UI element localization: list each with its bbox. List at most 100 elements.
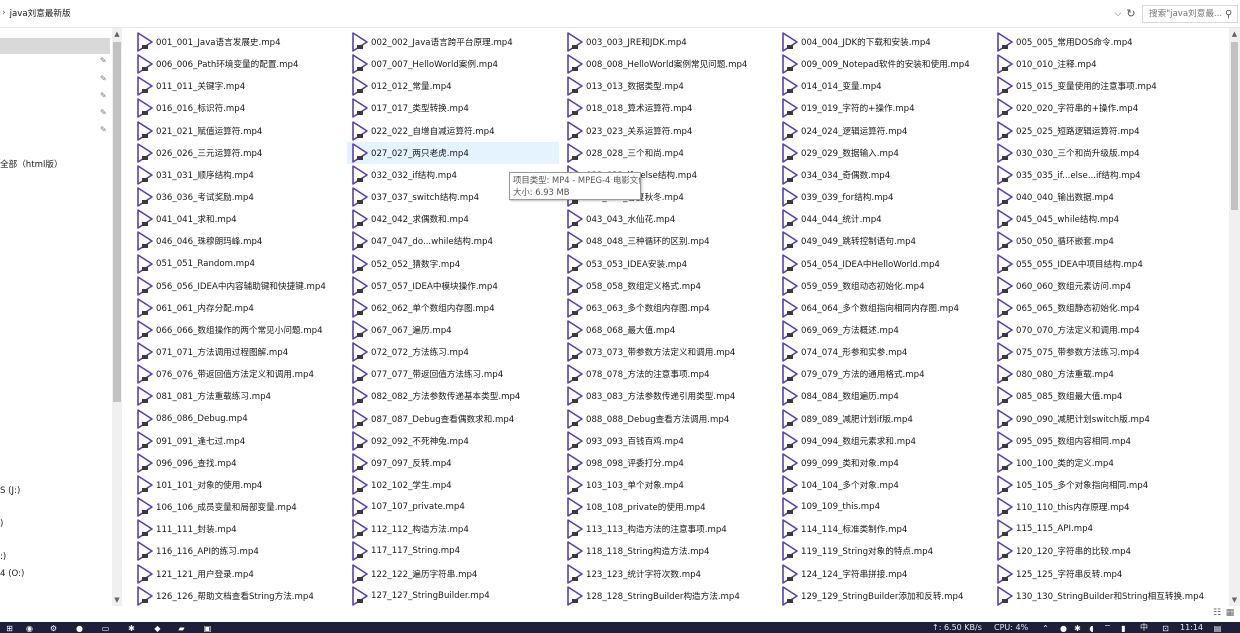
file-item[interactable]: 064_064_多个数组指向相同内存图.mp4: [777, 297, 989, 319]
file-item[interactable]: 127_127_StringBuilder.mp4: [347, 585, 559, 607]
file-item[interactable]: 058_058_数组定义格式.mp4: [562, 275, 774, 297]
file-item[interactable]: 010_010_注释.mp4: [992, 53, 1204, 75]
file-item[interactable]: 065_065_数组静态初始化.mp4: [992, 297, 1204, 319]
app-icon[interactable]: ✱: [126, 623, 137, 633]
file-item[interactable]: 006_006_Path环境变量的配置.mp4: [132, 53, 344, 75]
file-item[interactable]: 078_078_方法的注意事项.mp4: [562, 363, 774, 385]
file-item[interactable]: 031_031_顺序结构.mp4: [132, 164, 344, 186]
file-item[interactable]: 124_124_字符串拼接.mp4: [777, 563, 989, 585]
file-item[interactable]: 069_069_方法概述.mp4: [777, 319, 989, 341]
app-icon[interactable]: ▣: [202, 623, 213, 633]
file-item[interactable]: 103_103_单个对象.mp4: [562, 474, 774, 496]
file-item[interactable]: 121_121_用户登录.mp4: [132, 563, 344, 585]
nav-selected-item[interactable]: [0, 38, 110, 54]
file-item[interactable]: 082_082_方法参数传递基本类型.mp4: [347, 385, 559, 407]
file-item[interactable]: 122_122_遍历字符串.mp4: [347, 563, 559, 585]
file-item[interactable]: 107_107_private.mp4: [347, 496, 559, 518]
file-item[interactable]: 090_090_减肥计划switch版.mp4: [992, 408, 1204, 430]
search-box[interactable]: ⚲: [1142, 5, 1238, 23]
file-item[interactable]: 126_126_帮助文档查看String方法.mp4: [132, 585, 344, 607]
file-item[interactable]: 112_112_构造方法.mp4: [347, 518, 559, 540]
app-icon[interactable]: ◆: [152, 623, 163, 633]
file-item[interactable]: 083_083_方法参数传递引用类型.mp4: [562, 385, 774, 407]
input-method[interactable]: 中: [1140, 622, 1148, 633]
file-item[interactable]: 056_056_IDEA中内容辅助键和快捷键.mp4: [132, 275, 344, 297]
file-item[interactable]: 061_061_内存分配.mp4: [132, 297, 344, 319]
nav-scrollbar[interactable]: ▲ ▼: [112, 28, 122, 606]
start-icon[interactable]: ⊞: [4, 623, 15, 633]
file-item[interactable]: 110_110_this内存原理.mp4: [992, 496, 1204, 518]
file-item[interactable]: 029_029_数据输入.mp4: [777, 142, 989, 164]
file-item[interactable]: 046_046_珠穆朗玛峰.mp4: [132, 230, 344, 252]
file-item[interactable]: 092_092_不死神兔.mp4: [347, 430, 559, 452]
file-item[interactable]: 003_003_JRE和JDK.mp4: [562, 31, 774, 53]
content-scroll-thumb[interactable]: [1231, 42, 1238, 210]
file-item[interactable]: 094_094_数组元素求和.mp4: [777, 430, 989, 452]
scroll-up-icon[interactable]: ▲: [1229, 28, 1240, 40]
file-item[interactable]: 043_043_水仙花.mp4: [562, 208, 774, 230]
app-icon[interactable]: ●: [74, 623, 85, 633]
file-item[interactable]: 060_060_数组元素访问.mp4: [992, 275, 1204, 297]
file-item[interactable]: 063_063_多个数组内存图.mp4: [562, 297, 774, 319]
file-item[interactable]: 036_036_考试奖励.mp4: [132, 186, 344, 208]
file-item[interactable]: 001_001_Java语言发展史.mp4: [132, 31, 344, 53]
file-item[interactable]: 118_118_String构造方法.mp4: [562, 540, 774, 562]
file-item[interactable]: 113_113_构造方法的注意事项.mp4: [562, 518, 774, 540]
file-item[interactable]: 084_084_数组遍历.mp4: [777, 385, 989, 407]
file-item[interactable]: 129_129_StringBuilder添加和反转.mp4: [777, 585, 989, 607]
file-item[interactable]: 080_080_方法重载.mp4: [992, 363, 1204, 385]
file-item[interactable]: 117_117_String.mp4: [347, 540, 559, 562]
scroll-up-icon[interactable]: ▲: [112, 28, 122, 40]
file-item[interactable]: 053_053_IDEA安装.mp4: [562, 253, 774, 275]
file-item[interactable]: 089_089_减肥计划if版.mp4: [777, 408, 989, 430]
file-item[interactable]: 026_026_三元运算符.mp4: [132, 142, 344, 164]
file-item[interactable]: 013_013_数据类型.mp4: [562, 75, 774, 97]
file-item[interactable]: 016_016_标识符.mp4: [132, 97, 344, 119]
refresh-icon[interactable]: ↻: [1124, 5, 1138, 21]
file-item[interactable]: 030_030_三个和尚升级版.mp4: [992, 142, 1204, 164]
file-item[interactable]: 085_085_数组最大值.mp4: [992, 385, 1204, 407]
file-item[interactable]: 123_123_统计字符次数.mp4: [562, 563, 774, 585]
file-item[interactable]: 095_095_数组内容相同.mp4: [992, 430, 1204, 452]
file-item[interactable]: 111_111_封装.mp4: [132, 518, 344, 540]
nav-scroll-thumb[interactable]: [113, 42, 121, 402]
file-item[interactable]: 040_040_输出数据.mp4: [992, 186, 1204, 208]
file-item[interactable]: 008_008_HelloWorld案例常见问题.mp4: [562, 53, 774, 75]
tray-app-icon[interactable]: ●: [1058, 623, 1069, 633]
nav-item[interactable]: ): [0, 519, 3, 529]
file-item[interactable]: 054_054_IDEA中HelloWorld.mp4: [777, 253, 989, 275]
file-item[interactable]: 067_067_遍历.mp4: [347, 319, 559, 341]
file-item[interactable]: 017_017_类型转换.mp4: [347, 97, 559, 119]
volume-icon[interactable]: ◖: [1086, 623, 1097, 633]
file-item[interactable]: 102_102_学生.mp4: [347, 474, 559, 496]
nav-item[interactable]: 4 (O:): [0, 569, 24, 579]
notification-icon[interactable]: ▤: [1212, 623, 1223, 633]
file-item[interactable]: 035_035_if...else...if结构.mp4: [992, 164, 1204, 186]
file-item[interactable]: 106_106_成员变量和局部变量.mp4: [132, 496, 344, 518]
address-dropdown-icon[interactable]: ⌵: [1112, 6, 1124, 22]
file-item[interactable]: 072_072_方法练习.mp4: [347, 341, 559, 363]
file-item[interactable]: 039_039_for结构.mp4: [777, 186, 989, 208]
file-item[interactable]: 042_042_求偶数和.mp4: [347, 208, 559, 230]
file-item[interactable]: 081_081_方法重载练习.mp4: [132, 385, 344, 407]
file-item[interactable]: 086_086_Debug.mp4: [132, 408, 344, 430]
window-icon[interactable]: ▭: [100, 623, 111, 633]
file-item[interactable]: 022_022_自增自减运算符.mp4: [347, 120, 559, 142]
file-item[interactable]: 011_011_关键字.mp4: [132, 75, 344, 97]
settings-gear-icon[interactable]: ⚙: [48, 623, 59, 633]
file-item[interactable]: 059_059_数组动态初始化.mp4: [777, 275, 989, 297]
file-item[interactable]: 125_125_字符串反转.mp4: [992, 563, 1204, 585]
file-item[interactable]: 049_049_跳转控制语句.mp4: [777, 230, 989, 252]
file-item[interactable]: 116_116_API的练习.mp4: [132, 540, 344, 562]
file-item[interactable]: 104_104_多个对象.mp4: [777, 474, 989, 496]
file-item[interactable]: 100_100_类的定义.mp4: [992, 452, 1204, 474]
tray-app-icon[interactable]: ✱: [1072, 623, 1083, 633]
browser-icon[interactable]: ◉: [24, 623, 35, 633]
file-item[interactable]: 070_070_方法定义和调用.mp4: [992, 319, 1204, 341]
breadcrumb[interactable]: › java刘意最新版: [0, 7, 71, 19]
scroll-down-icon[interactable]: ▼: [112, 594, 122, 606]
file-item[interactable]: 014_014_变量.mp4: [777, 75, 989, 97]
file-item[interactable]: 108_108_private的使用.mp4: [562, 496, 774, 518]
file-item[interactable]: 015_015_变量使用的注意事项.mp4: [992, 75, 1204, 97]
file-item[interactable]: 073_073_带参数方法定义和调用.mp4: [562, 341, 774, 363]
